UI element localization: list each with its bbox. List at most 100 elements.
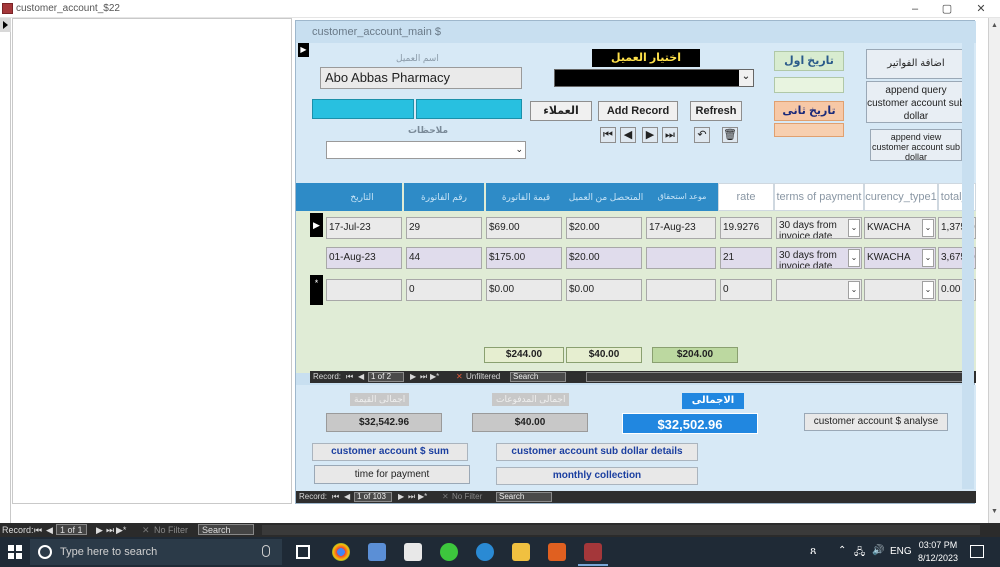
- cell-rate[interactable]: 21: [720, 247, 772, 269]
- append-view-button[interactable]: append view customer account sub dollar: [870, 129, 962, 161]
- sub-dollar-details-button[interactable]: customer account sub dollar details: [496, 443, 698, 461]
- next-record-icon[interactable]: ▶: [398, 491, 404, 503]
- chevron-down-icon[interactable]: ⌄: [848, 219, 860, 237]
- chevron-down-icon[interactable]: ⌄: [848, 249, 860, 267]
- last-record-icon[interactable]: ⏭: [408, 491, 415, 503]
- choose-customer-combo[interactable]: ⌄: [554, 69, 754, 87]
- notifications-icon[interactable]: [970, 545, 984, 558]
- notepad-icon[interactable]: [404, 543, 422, 561]
- col-header-invoice-value[interactable]: قيمة الفاتورة: [486, 183, 566, 211]
- delete-record-icon[interactable]: 🗑: [722, 127, 738, 143]
- people-icon[interactable]: ጸ: [810, 545, 816, 558]
- new-record-icon[interactable]: ▶*: [418, 491, 427, 503]
- cell-invoice-value[interactable]: $69.00: [486, 217, 562, 239]
- search-input[interactable]: Search: [510, 372, 566, 382]
- chrome-icon[interactable]: [332, 543, 350, 561]
- cyan-field-1[interactable]: [312, 99, 414, 119]
- add-record-button[interactable]: Add Record: [598, 101, 678, 121]
- undo-icon[interactable]: ↶: [694, 127, 710, 143]
- new-row-selector[interactable]: *: [310, 275, 323, 305]
- file-explorer-icon[interactable]: [512, 543, 530, 561]
- next-record-icon[interactable]: ▶: [410, 371, 416, 383]
- cell-rate[interactable]: 19.9276: [720, 217, 772, 239]
- scroll-up-icon[interactable]: ▲: [991, 22, 998, 29]
- windows-start-icon[interactable]: [8, 545, 22, 559]
- cell-date[interactable]: 01-Aug-23: [326, 247, 402, 269]
- window-vertical-scrollbar[interactable]: ▲ ▼: [988, 18, 1000, 523]
- access-taskbar-icon[interactable]: [584, 543, 602, 561]
- search-input[interactable]: Search: [198, 524, 254, 535]
- cell-collected[interactable]: $20.00: [566, 247, 642, 269]
- chevron-down-icon[interactable]: ⌄: [922, 249, 934, 267]
- header-record-selector[interactable]: ▶: [298, 43, 309, 57]
- horizontal-scrollbar[interactable]: [262, 525, 980, 535]
- search-input[interactable]: Search: [496, 492, 552, 502]
- minimize-button[interactable]: –: [898, 0, 932, 18]
- previous-record-icon[interactable]: ◀: [344, 491, 350, 503]
- media-player-icon[interactable]: [548, 543, 566, 561]
- filter-status[interactable]: No Filter: [154, 525, 188, 535]
- chevron-down-icon[interactable]: ⌄: [922, 219, 934, 237]
- customer-sum-button[interactable]: customer account $ sum: [312, 443, 468, 461]
- monthly-collection-button[interactable]: monthly collection: [496, 467, 698, 485]
- form-vertical-scrollbar[interactable]: [962, 43, 974, 489]
- previous-record-icon[interactable]: ◀: [620, 127, 636, 143]
- cell-collected[interactable]: $0.00: [566, 279, 642, 301]
- append-query-button[interactable]: append query customer account sub dollar: [866, 81, 966, 123]
- filter-status[interactable]: Unfiltered: [466, 371, 500, 383]
- date-first-field[interactable]: [774, 77, 844, 93]
- chevron-down-icon[interactable]: ⌄: [922, 281, 934, 299]
- col-header-rate[interactable]: rate: [718, 183, 774, 211]
- cell-invoice-value[interactable]: $175.00: [486, 247, 562, 269]
- horizontal-scrollbar[interactable]: [586, 372, 966, 382]
- cell-rate[interactable]: 0: [720, 279, 772, 301]
- taskbar-search-box[interactable]: Type here to search: [30, 539, 282, 565]
- record-position[interactable]: 1 of 1: [56, 524, 87, 535]
- col-header-due-date[interactable]: موعد استحقاق الفاتورة: [646, 183, 718, 227]
- col-header-date[interactable]: التاريخ: [322, 183, 402, 211]
- next-record-icon[interactable]: ▶: [642, 127, 658, 143]
- new-record-icon[interactable]: ▶*: [430, 371, 439, 383]
- first-record-icon[interactable]: ⏮: [34, 525, 42, 536]
- next-record-icon[interactable]: ▶: [96, 525, 103, 536]
- date-second-field[interactable]: [774, 123, 844, 137]
- scroll-down-icon[interactable]: ▼: [991, 508, 998, 515]
- close-button[interactable]: ✕: [964, 0, 998, 18]
- last-record-icon[interactable]: ⏭: [662, 127, 678, 143]
- filter-status[interactable]: No Filter: [452, 491, 482, 503]
- col-header-currency[interactable]: curency_type1: [864, 183, 938, 211]
- refresh-button[interactable]: Refresh: [690, 101, 742, 121]
- cell-collected[interactable]: $20.00: [566, 217, 642, 239]
- chevron-down-icon[interactable]: ⌄: [848, 281, 860, 299]
- col-header-invoice-no[interactable]: رقم الفاتورة: [404, 183, 484, 211]
- notes-combo[interactable]: ⌄: [326, 141, 526, 159]
- record-position[interactable]: 1 of 103: [354, 492, 392, 502]
- first-record-icon[interactable]: ⏮: [332, 491, 339, 503]
- customers-button[interactable]: العملاء: [530, 101, 592, 121]
- edge-icon[interactable]: [476, 543, 494, 561]
- col-header-terms[interactable]: terms of payment: [774, 183, 864, 211]
- clock-time[interactable]: 03:07 PM: [918, 540, 958, 550]
- new-record-icon[interactable]: ▶*: [116, 525, 126, 536]
- cell-date[interactable]: 17-Jul-23: [326, 217, 402, 239]
- col-header-collected[interactable]: المتحصل من العميل: [566, 183, 646, 211]
- cell-invoice-no[interactable]: 29: [406, 217, 482, 239]
- first-record-icon[interactable]: ⏮: [346, 371, 353, 383]
- cell-due-date[interactable]: 17-Aug-23: [646, 217, 716, 239]
- last-record-icon[interactable]: ⏭: [106, 525, 114, 536]
- taskbar-search-input[interactable]: Type here to search: [60, 546, 157, 558]
- microphone-icon[interactable]: [262, 545, 270, 557]
- wechat-icon[interactable]: [440, 543, 458, 561]
- cell-invoice-no[interactable]: 0: [406, 279, 482, 301]
- previous-record-icon[interactable]: ◀: [46, 525, 53, 536]
- previous-record-icon[interactable]: ◀: [358, 371, 364, 383]
- language-indicator[interactable]: ENG: [890, 546, 912, 557]
- cell-due-date[interactable]: [646, 279, 716, 301]
- add-invoices-button[interactable]: اضافة الفواتير: [866, 49, 966, 79]
- record-selector[interactable]: [0, 18, 11, 32]
- volume-icon[interactable]: 🔊: [872, 545, 884, 556]
- app-icon[interactable]: [368, 543, 386, 561]
- cell-due-date[interactable]: [646, 247, 716, 269]
- cell-invoice-value[interactable]: $0.00: [486, 279, 562, 301]
- tray-chevron-icon[interactable]: ⌃: [838, 545, 846, 556]
